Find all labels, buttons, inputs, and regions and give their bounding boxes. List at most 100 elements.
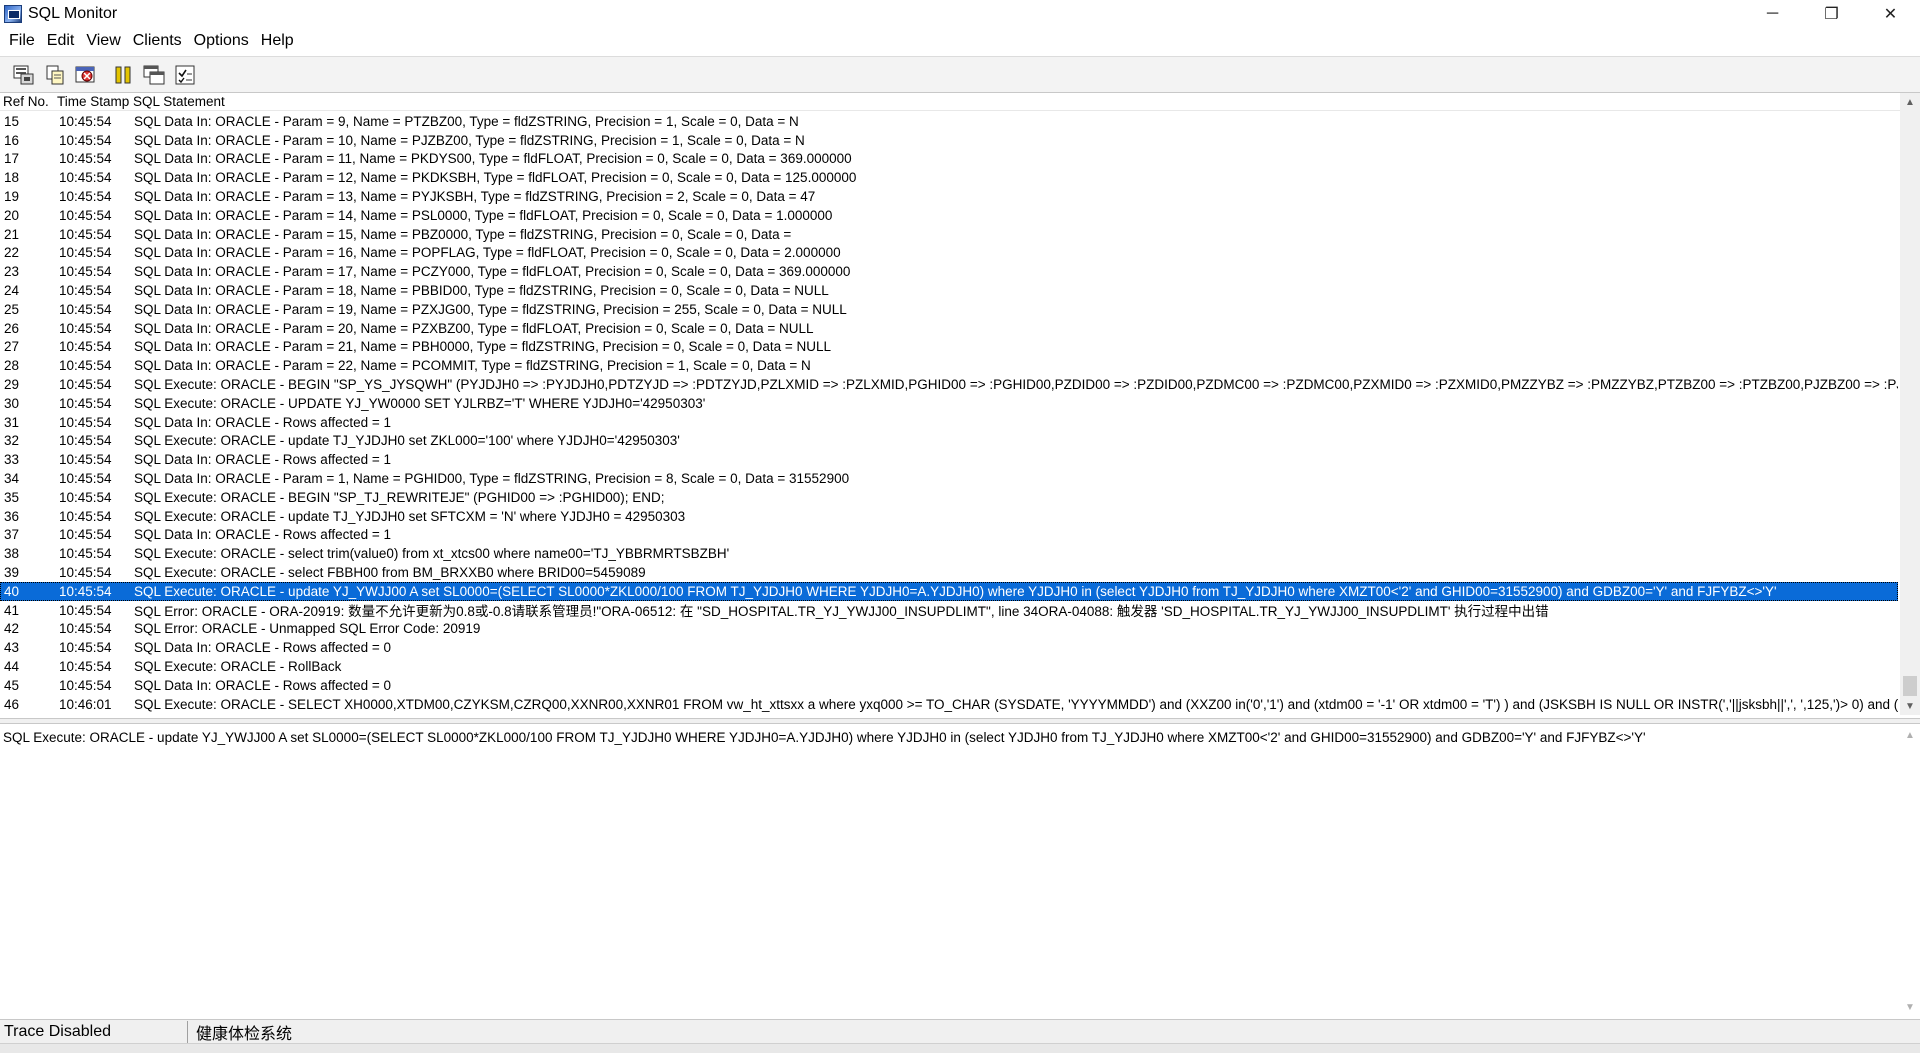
detail-scroll-down-icon[interactable]: ▼ [1900, 998, 1920, 1016]
menu-clients[interactable]: Clients [127, 32, 188, 50]
trace-row[interactable]: 39 10:45:54 SQL Execute: ORACLE - select F… [0, 563, 1898, 582]
trace-row[interactable]: 15 10:45:54 SQL Data In: ORACLE - Param = … [0, 112, 1898, 131]
trace-row[interactable]: 23 10:45:54 SQL Data In: ORACLE - Param = … [0, 262, 1898, 281]
row-time-stamp: 10:45:54 [59, 113, 112, 129]
column-sql-statement[interactable]: SQL Statement [133, 94, 1902, 109]
row-sql-statement: SQL Execute: ORACLE - BEGIN "SP_YS_JYSQW… [134, 377, 1898, 393]
trace-row[interactable]: 31 10:45:54 SQL Data In: ORACLE - Rows aff… [0, 413, 1898, 432]
trace-row[interactable]: 27 10:45:54 SQL Data In: ORACLE - Param = … [0, 338, 1898, 357]
detail-scrollbar[interactable]: ▲ ▼ [1900, 726, 1920, 1016]
trace-row[interactable]: 24 10:45:54 SQL Data In: ORACLE - Param = … [0, 281, 1898, 300]
row-time-stamp: 10:45:54 [59, 395, 112, 411]
trace-list[interactable]: 15 10:45:54 SQL Data In: ORACLE - Param = … [0, 112, 1898, 715]
close-button[interactable]: ✕ [1861, 0, 1920, 28]
row-ref-no: 19 [4, 189, 20, 205]
pause-button[interactable] [109, 61, 137, 89]
trace-row[interactable]: 28 10:45:54 SQL Data In: ORACLE - Param = … [0, 356, 1898, 375]
save-log-icon [13, 65, 34, 84]
trace-list-scrollbar[interactable]: ▲ ▼ [1900, 93, 1920, 715]
column-ref-no[interactable]: Ref No. [0, 94, 57, 109]
trace-row[interactable]: 33 10:45:54 SQL Data In: ORACLE - Rows aff… [0, 450, 1898, 469]
row-time-stamp: 10:45:54 [59, 414, 112, 430]
trace-row[interactable]: 40 10:45:54 SQL Execute: ORACLE - update Y… [0, 581, 1898, 601]
trace-row[interactable]: 45 10:45:54 SQL Data In: ORACLE - Rows aff… [0, 676, 1898, 695]
trace-row[interactable]: 37 10:45:54 SQL Data In: ORACLE - Rows aff… [0, 526, 1898, 545]
row-time-stamp: 10:45:54 [59, 301, 112, 317]
row-sql-statement: SQL Execute: ORACLE - SELECT XH0000,XTDM… [134, 696, 1898, 712]
row-sql-statement: SQL Data In: ORACLE - Param = 22, Name =… [134, 358, 811, 374]
scroll-down-icon[interactable]: ▼ [1900, 697, 1920, 715]
row-time-stamp: 10:45:54 [59, 677, 112, 693]
row-sql-statement: SQL Execute: ORACLE - select FBBH00 from… [134, 565, 646, 581]
cascade-window-button[interactable] [140, 61, 168, 89]
row-time-stamp: 10:45:54 [59, 489, 112, 505]
trace-row[interactable]: 46 10:46:01 SQL Execute: ORACLE - SELECT X… [0, 695, 1898, 714]
trace-row[interactable]: 32 10:45:54 SQL Execute: ORACLE - update T… [0, 432, 1898, 451]
row-ref-no: 35 [4, 489, 20, 505]
row-ref-no: 15 [4, 113, 20, 129]
trace-row[interactable]: 36 10:45:54 SQL Execute: ORACLE - update T… [0, 507, 1898, 526]
trace-row[interactable]: 22 10:45:54 SQL Data In: ORACLE - Param = … [0, 244, 1898, 263]
row-ref-no: 38 [4, 546, 20, 562]
restore-icon: ❐ [1824, 6, 1839, 23]
trace-row[interactable]: 16 10:45:54 SQL Data In: ORACLE - Param = … [0, 131, 1898, 150]
trace-row[interactable]: 38 10:45:54 SQL Execute: ORACLE - select t… [0, 544, 1898, 563]
row-ref-no: 29 [4, 377, 20, 393]
column-time-stamp[interactable]: Time Stamp [57, 94, 133, 109]
row-time-stamp: 10:45:54 [59, 546, 112, 562]
trace-row[interactable]: 18 10:45:54 SQL Data In: ORACLE - Param = … [0, 168, 1898, 187]
row-time-stamp: 10:45:54 [59, 602, 112, 618]
row-sql-statement: SQL Data In: ORACLE - Param = 15, Name =… [134, 226, 792, 242]
minimize-button[interactable]: ─ [1743, 0, 1802, 28]
row-time-stamp: 10:45:54 [59, 377, 112, 393]
row-ref-no: 31 [4, 414, 20, 430]
trace-row[interactable]: 30 10:45:54 SQL Execute: ORACLE - UPDATE Y… [0, 394, 1898, 413]
trace-row[interactable]: 25 10:45:54 SQL Data In: ORACLE - Param = … [0, 300, 1898, 319]
row-time-stamp: 10:45:54 [59, 527, 112, 543]
row-sql-statement: SQL Data In: ORACLE - Param = 10, Name =… [134, 132, 805, 148]
pause-icon [115, 66, 131, 83]
restore-button[interactable]: ❐ [1802, 0, 1861, 28]
row-sql-statement: SQL Data In: ORACLE - Param = 14, Name =… [134, 207, 833, 223]
save-log-button[interactable] [10, 61, 38, 89]
detail-scroll-up-icon[interactable]: ▲ [1900, 726, 1920, 744]
window-title: SQL Monitor [28, 5, 118, 22]
status-bar: Trace Disabled 健康体检系统 [0, 1019, 1920, 1043]
trace-row[interactable]: 21 10:45:54 SQL Data In: ORACLE - Param = … [0, 225, 1898, 244]
trace-row[interactable]: 34 10:45:54 SQL Data In: ORACLE - Param = … [0, 469, 1898, 488]
trace-row[interactable]: 20 10:45:54 SQL Data In: ORACLE - Param = … [0, 206, 1898, 225]
row-sql-statement: SQL Execute: ORACLE - update TJ_YJDJH0 s… [134, 433, 680, 449]
pane-splitter[interactable] [0, 718, 1920, 724]
trace-row[interactable]: 17 10:45:54 SQL Data In: ORACLE - Param = … [0, 150, 1898, 169]
trace-row[interactable]: 44 10:45:54 SQL Execute: ORACLE - RollBack [0, 657, 1898, 676]
row-ref-no: 32 [4, 433, 20, 449]
trace-options-button[interactable] [171, 61, 199, 89]
menu-edit[interactable]: Edit [41, 32, 81, 50]
row-time-stamp: 10:45:54 [59, 226, 112, 242]
minimize-icon: ─ [1766, 5, 1779, 22]
trace-row[interactable]: 41 10:45:54 SQL Error: ORACLE - ORA-20919:… [0, 601, 1898, 620]
sql-detail-pane[interactable]: SQL Execute: ORACLE - update YJ_YWJJ00 A… [0, 726, 1900, 1016]
row-sql-statement: SQL Execute: ORACLE - select trim(value0… [134, 546, 730, 562]
trace-row[interactable]: 29 10:45:54 SQL Execute: ORACLE - BEGIN "S… [0, 375, 1898, 394]
sql-monitor-app-icon[interactable] [4, 5, 22, 23]
row-time-stamp: 10:45:54 [59, 339, 112, 355]
trace-row[interactable]: 42 10:45:54 SQL Error: ORACLE - Unmapped S… [0, 620, 1898, 639]
menu-file[interactable]: File [3, 32, 41, 50]
row-ref-no: 46 [4, 696, 20, 712]
trace-row[interactable]: 26 10:45:54 SQL Data In: ORACLE - Param = … [0, 319, 1898, 338]
trace-row[interactable]: 19 10:45:54 SQL Data In: ORACLE - Param = … [0, 187, 1898, 206]
row-sql-statement: SQL Data In: ORACLE - Param = 21, Name =… [134, 339, 832, 355]
trace-row[interactable]: 43 10:45:54 SQL Data In: ORACLE - Rows aff… [0, 638, 1898, 657]
menu-options[interactable]: Options [188, 32, 255, 50]
copy-button[interactable] [41, 61, 69, 89]
scroll-thumb[interactable] [1903, 676, 1917, 696]
row-sql-statement: SQL Execute: ORACLE - RollBack [134, 659, 342, 674]
menu-view[interactable]: View [80, 32, 126, 50]
menu-help[interactable]: Help [255, 32, 300, 50]
scroll-up-icon[interactable]: ▲ [1900, 93, 1920, 111]
clear-button[interactable] [72, 61, 100, 89]
options-icon [175, 65, 195, 84]
trace-row[interactable]: 35 10:45:54 SQL Execute: ORACLE - BEGIN "S… [0, 488, 1898, 507]
row-time-stamp: 10:45:54 [59, 283, 112, 299]
